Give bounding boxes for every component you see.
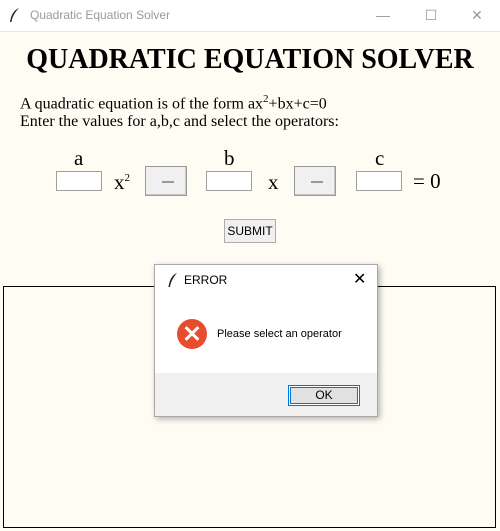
dialog-close-button[interactable]: ✕	[353, 269, 366, 289]
term-x: x	[268, 170, 279, 194]
input-c[interactable]	[356, 171, 402, 191]
window-title: Quadratic Equation Solver	[30, 8, 171, 22]
dialog-title: ERROR	[184, 273, 228, 287]
dialog-message: Please select an operator	[217, 328, 342, 340]
feather-icon	[10, 8, 19, 22]
close-button[interactable]: ✕	[454, 0, 500, 31]
equals-zero: = 0	[413, 169, 441, 193]
term-x-squared-base: x	[114, 170, 125, 194]
error-dialog: ERROR ✕ Please select an operator OK	[154, 264, 378, 417]
maximize-button[interactable]: ☐	[408, 0, 454, 31]
label-a: a	[74, 146, 84, 170]
error-icon	[177, 319, 207, 349]
description-text-rest: +bx+c=0	[268, 95, 327, 113]
ok-button[interactable]: OK	[288, 385, 360, 406]
window-titlebar: Quadratic Equation Solver — ☐ ✕	[0, 0, 500, 32]
term-x-squared: x2	[114, 170, 130, 195]
feather-icon	[168, 273, 177, 287]
dialog-footer: OK	[155, 373, 377, 416]
operator-menu-1[interactable]	[145, 166, 187, 196]
input-a[interactable]	[56, 171, 102, 191]
description-text: A quadratic equation is of the form ax	[20, 95, 264, 113]
menu-indicator-icon	[311, 181, 323, 183]
page-title: QUADRATIC EQUATION SOLVER	[26, 44, 474, 75]
description-line-2: Enter the values for a,b,c and select th…	[20, 113, 339, 130]
label-b: b	[224, 146, 235, 170]
input-b[interactable]	[206, 171, 252, 191]
description-line-1: A quadratic equation is of the form ax2+…	[20, 93, 327, 113]
operator-menu-2[interactable]	[294, 166, 336, 196]
menu-indicator-icon	[162, 181, 174, 183]
submit-button[interactable]: SUBMIT	[224, 219, 276, 243]
term-x-squared-exponent: 2	[124, 172, 131, 184]
minimize-button[interactable]: —	[360, 0, 406, 31]
label-c: c	[375, 146, 385, 170]
